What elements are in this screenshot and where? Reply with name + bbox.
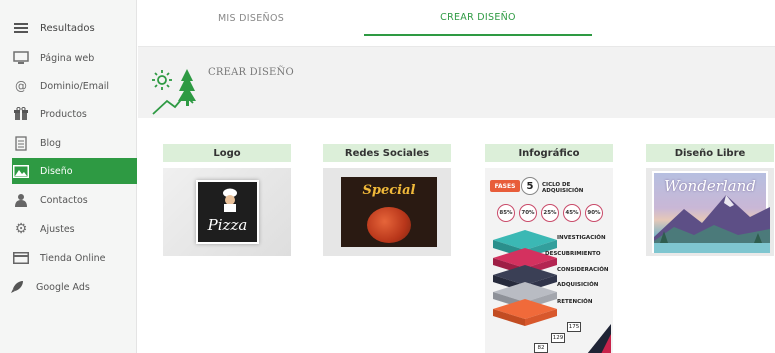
sidebar-item-dominio-email[interactable]: @ Dominio/Email bbox=[12, 73, 137, 99]
social-thumbnail[interactable]: Special bbox=[323, 168, 451, 256]
hamburger-menu-icon[interactable] bbox=[12, 20, 30, 36]
section-title: CREAR DISEÑO bbox=[208, 67, 294, 78]
percent-circle: 25% bbox=[541, 204, 559, 222]
logo-thumbnail[interactable]: Pizza bbox=[163, 168, 291, 256]
tab-crear-diseno[interactable]: CREAR DISEÑO bbox=[364, 0, 592, 36]
percent-circle: 70% bbox=[519, 204, 537, 222]
free-design-thumbnail[interactable]: Wonderland bbox=[646, 168, 774, 256]
tab-label: CREAR DISEÑO bbox=[440, 11, 516, 23]
number-box: 175 bbox=[567, 322, 581, 332]
pizza-logo-image: Pizza bbox=[196, 180, 259, 244]
tab-label: MIS DISEÑOS bbox=[217, 12, 285, 24]
sidebar-item-ajustes[interactable]: ⚙ Ajustes bbox=[12, 216, 137, 242]
card-label: Diseño Libre bbox=[646, 144, 774, 162]
tab-bar: MIS DISEÑOS CREAR DISEÑO bbox=[138, 0, 775, 36]
sidebar-item-resultados[interactable]: Resultados bbox=[12, 15, 137, 41]
sidebar-item-label: Ajustes bbox=[40, 223, 75, 235]
sidebar-item-label: Resultados bbox=[40, 22, 95, 34]
sidebar-item-blog[interactable]: Blog bbox=[12, 130, 137, 156]
sun-tree-mountain-icon bbox=[152, 69, 196, 115]
number-box: 82 bbox=[534, 343, 548, 353]
tab-mis-disenos[interactable]: MIS DISEÑOS bbox=[138, 0, 364, 36]
sidebar-item-diseno[interactable]: Diseño bbox=[12, 158, 137, 184]
mountain-landscape bbox=[654, 195, 770, 253]
content-panel: CREAR DISEÑO Logo Pizza Redes Sociales S… bbox=[138, 46, 775, 353]
design-card-infografico[interactable]: Infográfico FASES 5 CICLO DE ADQUISICIÓN… bbox=[485, 144, 613, 353]
layer-label: RETENCIÓN bbox=[557, 299, 593, 305]
special-pizza-image: Special bbox=[341, 177, 437, 247]
special-text: Special bbox=[362, 183, 416, 198]
fases-header: FASES 5 CICLO DE ADQUISICIÓN bbox=[490, 177, 608, 195]
sidebar-item-tienda-online[interactable]: Tienda Online bbox=[12, 245, 137, 271]
pizza-logo-text: Pizza bbox=[207, 216, 248, 234]
rocket-icon bbox=[8, 279, 26, 295]
card-label: Logo bbox=[163, 144, 291, 162]
layer-label: INVESTIGACIÓN bbox=[557, 235, 606, 241]
gift-icon bbox=[12, 106, 30, 122]
layer-stack-graphic bbox=[493, 230, 557, 326]
card-label: Infográfico bbox=[485, 144, 613, 162]
gear-icon: ⚙ bbox=[14, 221, 28, 237]
design-cards-area: Logo Pizza Redes Sociales Special Infogr… bbox=[138, 118, 775, 353]
fases-number: 5 bbox=[521, 177, 539, 195]
layer-label: DESCUBRIMIENTO bbox=[545, 251, 601, 257]
design-card-diseno-libre[interactable]: Diseño Libre Wonderland bbox=[646, 144, 774, 256]
sidebar-item-pagina-web[interactable]: Página web bbox=[12, 45, 137, 71]
wonderland-image: Wonderland bbox=[652, 171, 770, 253]
sidebar-item-label: Productos bbox=[40, 108, 87, 120]
percent-circle: 90% bbox=[585, 204, 603, 222]
sidebar-item-label: Google Ads bbox=[36, 281, 90, 293]
at-sign-icon: @ bbox=[15, 79, 27, 93]
sidebar-item-label: Blog bbox=[40, 137, 61, 149]
fases-tag: FASES bbox=[490, 180, 520, 192]
monitor-icon bbox=[12, 50, 30, 66]
design-card-logo[interactable]: Logo Pizza bbox=[163, 144, 291, 256]
fases-title: CICLO DE ADQUISICIÓN bbox=[542, 182, 584, 194]
card-icon bbox=[12, 250, 30, 266]
document-icon bbox=[12, 135, 30, 151]
section-header: CREAR DISEÑO bbox=[138, 46, 775, 118]
infographic-thumbnail[interactable]: FASES 5 CICLO DE ADQUISICIÓN 85% 70% 25%… bbox=[485, 168, 613, 353]
percent-circle: 45% bbox=[563, 204, 581, 222]
percent-circle: 85% bbox=[497, 204, 515, 222]
sidebar-item-productos[interactable]: Productos bbox=[12, 101, 137, 127]
wonderland-text: Wonderland bbox=[664, 177, 756, 195]
sidebar-item-label: Tienda Online bbox=[40, 252, 106, 264]
sidebar-item-label: Página web bbox=[40, 52, 95, 64]
number-box: 129 bbox=[551, 333, 565, 343]
card-label: Redes Sociales bbox=[323, 144, 451, 162]
sidebar-item-label: Dominio/Email bbox=[40, 80, 110, 92]
chef-illustration bbox=[223, 188, 237, 212]
sidebar-item-google-ads[interactable]: Google Ads bbox=[8, 274, 133, 300]
person-icon bbox=[12, 192, 30, 208]
sidebar-item-label: Diseño bbox=[40, 165, 73, 177]
image-icon bbox=[12, 163, 30, 179]
sidebar-item-label: Contactos bbox=[40, 194, 88, 206]
design-card-redes-sociales[interactable]: Redes Sociales Special bbox=[323, 144, 451, 256]
percentage-row: 85% 70% 25% 45% 90% bbox=[497, 204, 607, 222]
layer-label: ADQUISICIÓN bbox=[557, 282, 599, 288]
layer-label: CONSIDERACIÓN bbox=[557, 267, 609, 273]
sidebar-item-contactos[interactable]: Contactos bbox=[12, 187, 137, 213]
pizza-image bbox=[367, 207, 411, 243]
sidebar: Resultados Página web @ Dominio/Email Pr… bbox=[0, 0, 137, 353]
